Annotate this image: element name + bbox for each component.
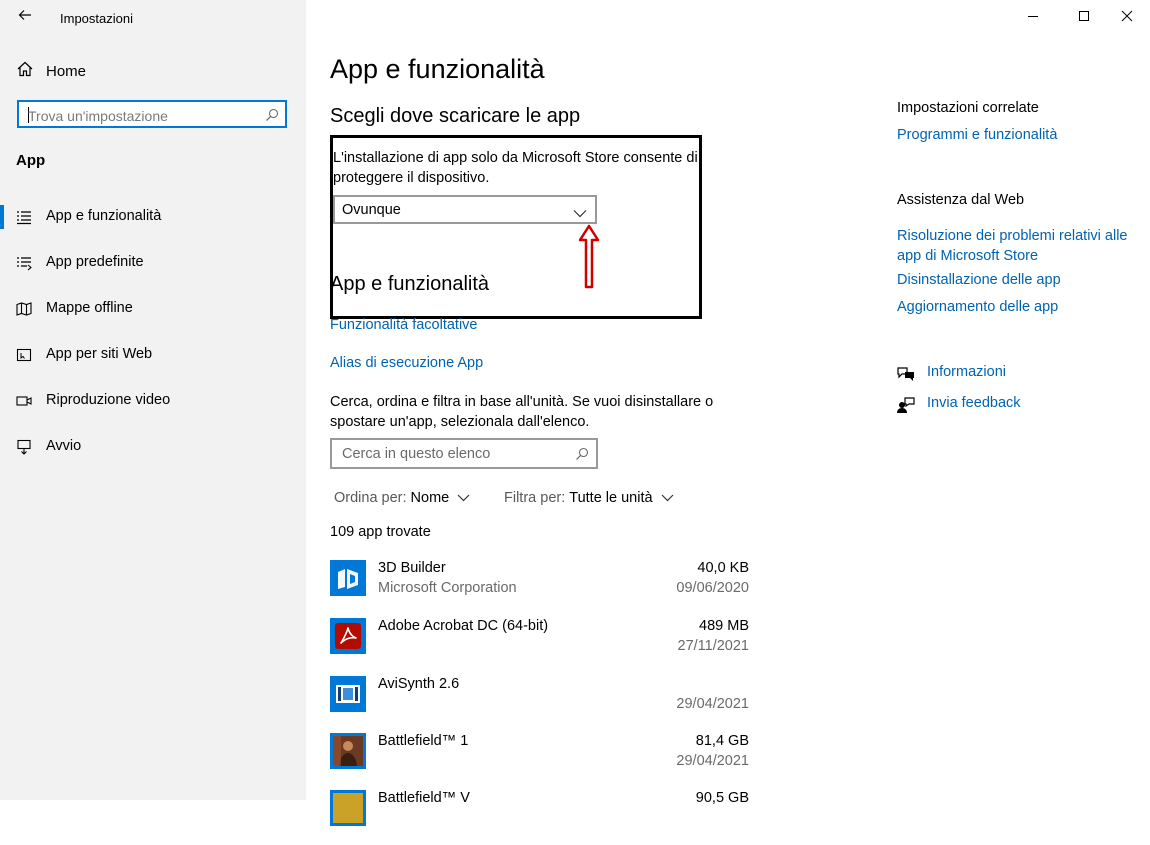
page-title: App e funzionalità: [330, 54, 545, 84]
sidebar-item-app-per-siti-web[interactable]: App per siti Web: [0, 343, 306, 367]
chevron-down-icon: [661, 494, 673, 502]
app-date: 29/04/2021: [676, 696, 749, 712]
app-date: 29/04/2021: [676, 753, 749, 769]
uninstall-apps-link[interactable]: Disinstallazione delle app: [897, 272, 1061, 288]
app-list-item[interactable]: AviSynth 2.6 29/04/2021: [330, 676, 750, 731]
avisynth-icon: [330, 676, 366, 712]
minimize-button[interactable]: [1018, 4, 1048, 28]
programs-features-link[interactable]: Programmi e funzionalità: [897, 127, 1057, 143]
home-nav[interactable]: Home: [16, 61, 86, 81]
window-title: Impostazioni: [60, 11, 133, 26]
sidebar-item-mappe-offline[interactable]: Mappe offline: [0, 297, 306, 321]
sidebar-item-label: App per siti Web: [46, 346, 153, 362]
home-icon: [16, 60, 34, 83]
website-apps-icon: [16, 347, 32, 363]
annotation-arrow-icon: [578, 224, 600, 295]
app-list-item[interactable]: 3D Builder Microsoft Corporation 40,0 KB…: [330, 560, 750, 615]
choose-source-description: L'installazione di app solo da Microsoft…: [333, 150, 698, 186]
3d-builder-icon: [330, 560, 366, 596]
close-icon: [1121, 10, 1133, 22]
battlefield5-icon: [330, 790, 366, 826]
app-size: 489 MB: [699, 618, 749, 634]
sidebar-item-avvio[interactable]: Avvio: [0, 435, 306, 459]
app-alias-link[interactable]: Alias di esecuzione App: [330, 355, 483, 371]
sidebar-item-label: App e funzionalità: [46, 208, 162, 224]
map-icon: [16, 301, 32, 317]
app-publisher: Microsoft Corporation: [378, 580, 517, 596]
minimize-icon: [1028, 16, 1038, 17]
apps-section-heading: App e funzionalità: [330, 273, 490, 295]
search-description: Cerca, ordina e filtra in base all'unità…: [330, 394, 714, 430]
sidebar-item-label: Riproduzione video: [46, 392, 171, 408]
optional-features-link[interactable]: Funzionalità facoltative: [330, 317, 478, 333]
acrobat-icon: [330, 618, 366, 654]
app-size: 90,5 GB: [695, 790, 749, 806]
feedback-label: Invia feedback: [927, 395, 1021, 411]
sidebar-item-riproduzione-video[interactable]: Riproduzione video: [0, 389, 306, 413]
chevron-down-icon: [573, 205, 587, 223]
info-label: Informazioni: [927, 364, 1006, 380]
list-search-input[interactable]: Cerca in questo elenco: [330, 438, 598, 469]
sort-value: Nome: [410, 490, 450, 506]
sidebar: Impostazioni Home Trova un'impostazione …: [0, 0, 306, 800]
maximize-icon: [1079, 11, 1089, 21]
maximize-button[interactable]: [1069, 4, 1099, 28]
dropdown-value: Ovunque: [342, 202, 401, 218]
list-search-placeholder: Cerca in questo elenco: [342, 446, 491, 462]
sidebar-item-label: App predefinite: [46, 254, 144, 270]
app-list-item[interactable]: Adobe Acrobat DC (64-bit) 489 MB 27/11/2…: [330, 618, 750, 673]
chevron-down-icon: [457, 494, 470, 502]
default-apps-icon: [16, 255, 32, 271]
video-icon: [16, 393, 32, 409]
list-icon: [16, 209, 32, 225]
section-title: App: [16, 152, 46, 169]
app-name: Battlefield™ 1: [378, 733, 469, 749]
related-settings-title: Impostazioni correlate: [897, 100, 1039, 116]
chat-help-icon: [897, 366, 915, 387]
battlefield1-icon: [330, 733, 366, 769]
sort-label: Ordina per:: [334, 490, 407, 506]
app-source-dropdown[interactable]: Ovunque: [333, 195, 597, 224]
app-name: Battlefield™ V: [378, 790, 470, 806]
filter-label: Filtra per:: [504, 490, 566, 506]
app-count: 109 app trovate: [330, 524, 431, 540]
search-icon[interactable]: [575, 447, 589, 466]
choose-source-heading: Scegli dove scaricare le app: [330, 105, 581, 127]
app-size: 81,4 GB: [695, 733, 749, 749]
app-list-item[interactable]: Battlefield™ V 90,5 GB: [330, 790, 750, 845]
app-list-item[interactable]: Battlefield™ 1 81,4 GB 29/04/2021: [330, 733, 750, 788]
sidebar-item-app-e-funzionalita[interactable]: App e funzionalità: [0, 205, 306, 229]
app-name: AviSynth 2.6: [378, 676, 460, 692]
sidebar-item-label: Mappe offline: [46, 300, 133, 316]
sidebar-item-label: Avvio: [46, 438, 82, 454]
settings-search-placeholder: Trova un'impostazione: [28, 108, 168, 124]
startup-icon: [16, 439, 32, 455]
web-help-title: Assistenza dal Web: [897, 192, 1025, 208]
app-size: 40,0 KB: [697, 560, 749, 576]
search-icon[interactable]: [265, 108, 279, 127]
active-indicator: [0, 205, 4, 229]
settings-search-input[interactable]: Trova un'impostazione: [17, 100, 287, 128]
close-button[interactable]: [1112, 4, 1142, 28]
back-arrow-icon[interactable]: [17, 7, 33, 25]
sidebar-item-app-predefinite[interactable]: App predefinite: [0, 251, 306, 275]
feedback-icon: [897, 397, 915, 418]
sort-dropdown[interactable]: Ordina per: Nome: [334, 490, 470, 506]
app-date: 09/06/2020: [676, 580, 749, 596]
home-label: Home: [46, 62, 87, 80]
app-name: Adobe Acrobat DC (64-bit): [378, 618, 549, 634]
filter-dropdown[interactable]: Filtra per: Tutte le unità: [504, 490, 674, 506]
update-apps-link[interactable]: Aggiornamento delle app: [897, 299, 1058, 315]
app-name: 3D Builder: [378, 560, 446, 576]
filter-value: Tutte le unità: [569, 490, 653, 506]
app-date: 27/11/2021: [677, 638, 750, 654]
troubleshoot-store-apps-link[interactable]: Risoluzione dei problemi relativi alle a…: [897, 226, 1137, 266]
